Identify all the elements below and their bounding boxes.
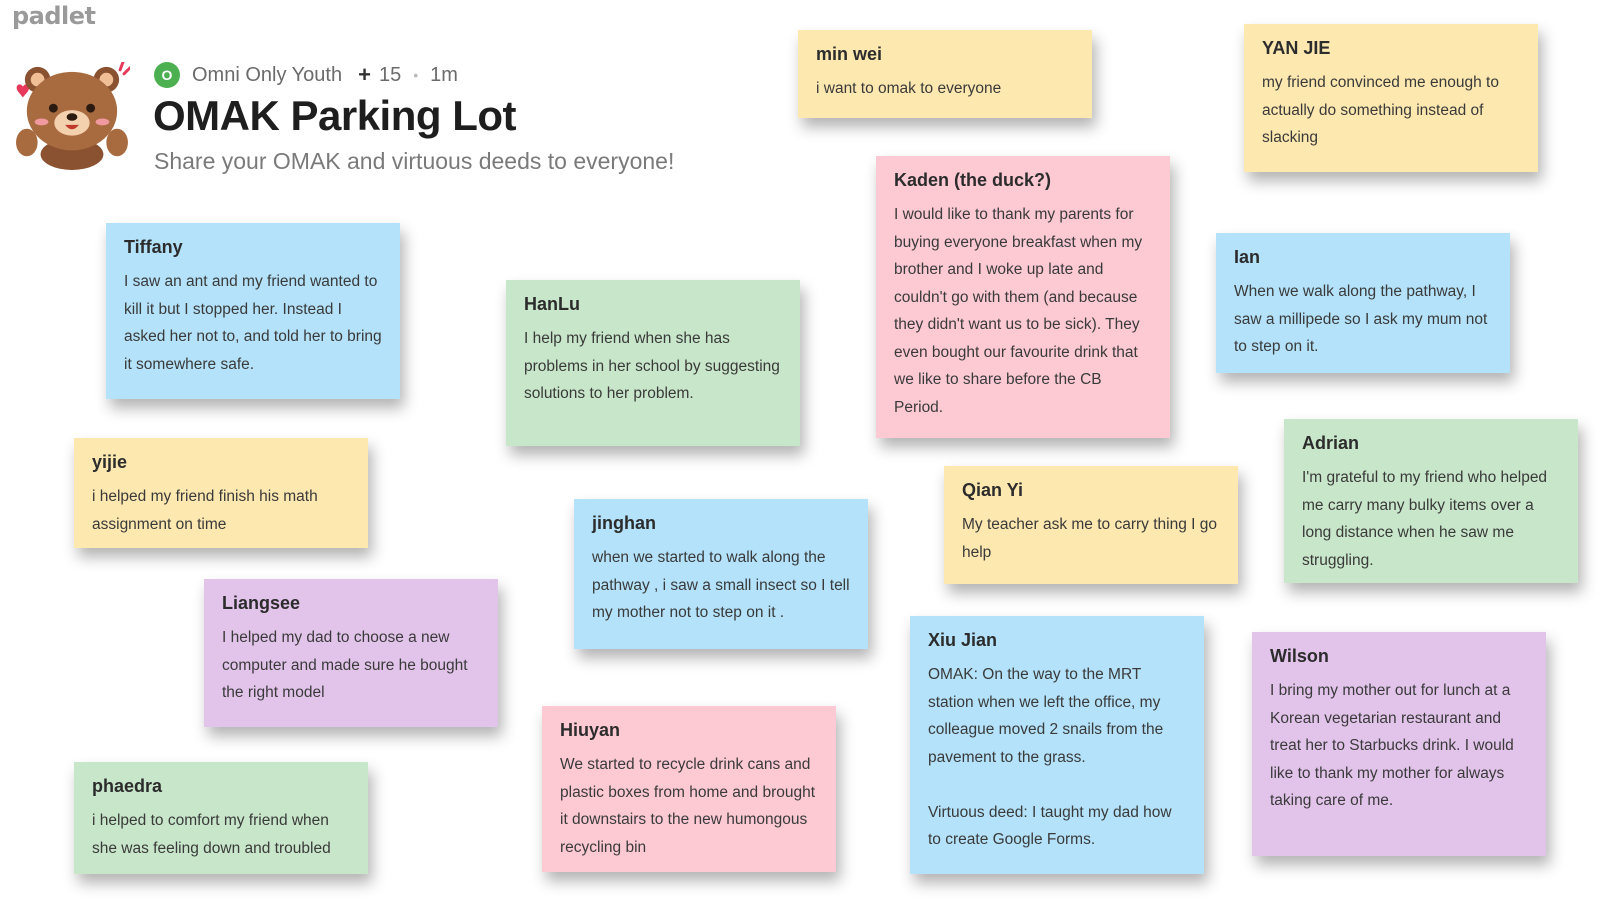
post-body: I would like to thank my parents for buy…: [894, 206, 1143, 416]
post-author: HanLu: [524, 294, 580, 314]
post-card[interactable]: Hiuyan We started to recycle drink cans …: [542, 706, 836, 872]
post-author: jinghan: [592, 513, 656, 533]
org-avatar-icon[interactable]: O: [154, 62, 180, 88]
post-card[interactable]: Qian Yi My teacher ask me to carry thing…: [944, 466, 1238, 584]
post-author: yijie: [92, 452, 128, 472]
post-author: Hiuyan: [560, 720, 621, 740]
post-author: Ian: [1234, 247, 1261, 267]
post-author: Xiu Jian: [928, 630, 998, 650]
post-author: Kaden (the duck?): [894, 170, 1052, 190]
post-body: when we started to walk along the pathwa…: [592, 549, 850, 621]
post-card[interactable]: Liangsee I helped my dad to choose a new…: [204, 579, 498, 727]
post-author: Qian Yi: [962, 480, 1024, 500]
post-body: I saw an ant and my friend wanted to kil…: [124, 273, 382, 373]
separator-dot: •: [413, 67, 419, 83]
post-card[interactable]: phaedra i helped to comfort my friend wh…: [74, 762, 368, 874]
post-card[interactable]: YAN JIE my friend convinced me enough to…: [1244, 24, 1538, 172]
post-body: I bring my mother out for lunch at a Kor…: [1270, 682, 1514, 809]
post-card[interactable]: Ian When we walk along the pathway, I sa…: [1216, 233, 1510, 373]
post-body: i want to omak to everyone: [816, 80, 1002, 97]
post-body: my friend convinced me enough to actuall…: [1262, 74, 1499, 146]
post-card[interactable]: Wilson I bring my mother out for lunch a…: [1252, 632, 1546, 856]
post-author: Wilson: [1270, 646, 1329, 666]
post-body: When we walk along the pathway, I saw a …: [1234, 283, 1488, 355]
post-body: i helped to comfort my friend when she w…: [92, 812, 331, 857]
bear-avatar-icon: [16, 62, 130, 170]
post-body: My teacher ask me to carry thing I go he…: [962, 516, 1217, 561]
post-body: I helped my dad to choose a new computer…: [222, 629, 468, 701]
board-subtitle: Share your OMAK and virtuous deeds to ev…: [154, 148, 675, 174]
post-body: OMAK: On the way to the MRT station when…: [928, 666, 1172, 848]
post-card[interactable]: HanLu I help my friend when she has prob…: [506, 280, 800, 446]
post-body: We started to recycle drink cans and pla…: [560, 756, 816, 856]
post-card[interactable]: Xiu Jian OMAK: On the way to the MRT sta…: [910, 616, 1204, 874]
post-author: min wei: [816, 44, 883, 64]
post-author: Tiffany: [124, 237, 183, 257]
post-body: I'm grateful to my friend who helped me …: [1302, 469, 1548, 569]
post-card[interactable]: min wei i want to omak to everyone: [798, 30, 1092, 118]
post-card[interactable]: Tiffany I saw an ant and my friend wante…: [106, 223, 400, 399]
board-meta: O Omni Only Youth + 15 • 1m: [154, 60, 458, 90]
board-title: OMAK Parking Lot: [153, 92, 517, 139]
post-author: Adrian: [1302, 433, 1360, 453]
post-body: I help my friend when she has problems i…: [524, 330, 780, 402]
post-card[interactable]: Adrian I'm grateful to my friend who hel…: [1284, 419, 1578, 583]
post-card[interactable]: jinghan when we started to walk along th…: [574, 499, 868, 649]
post-author: phaedra: [92, 776, 163, 796]
padlet-logo[interactable]: padlet: [12, 2, 96, 30]
post-card[interactable]: yijie i helped my friend finish his math…: [74, 438, 368, 548]
post-author: YAN JIE: [1262, 38, 1331, 58]
post-author: Liangsee: [222, 593, 301, 613]
contributor-count[interactable]: 15: [379, 64, 401, 87]
post-body: i helped my friend finish his math assig…: [92, 488, 318, 533]
plus-icon: +: [358, 62, 371, 87]
post-card[interactable]: Kaden (the duck?) I would like to thank …: [876, 156, 1170, 438]
org-name[interactable]: Omni Only Youth: [192, 64, 342, 87]
last-updated: 1m: [430, 63, 458, 86]
